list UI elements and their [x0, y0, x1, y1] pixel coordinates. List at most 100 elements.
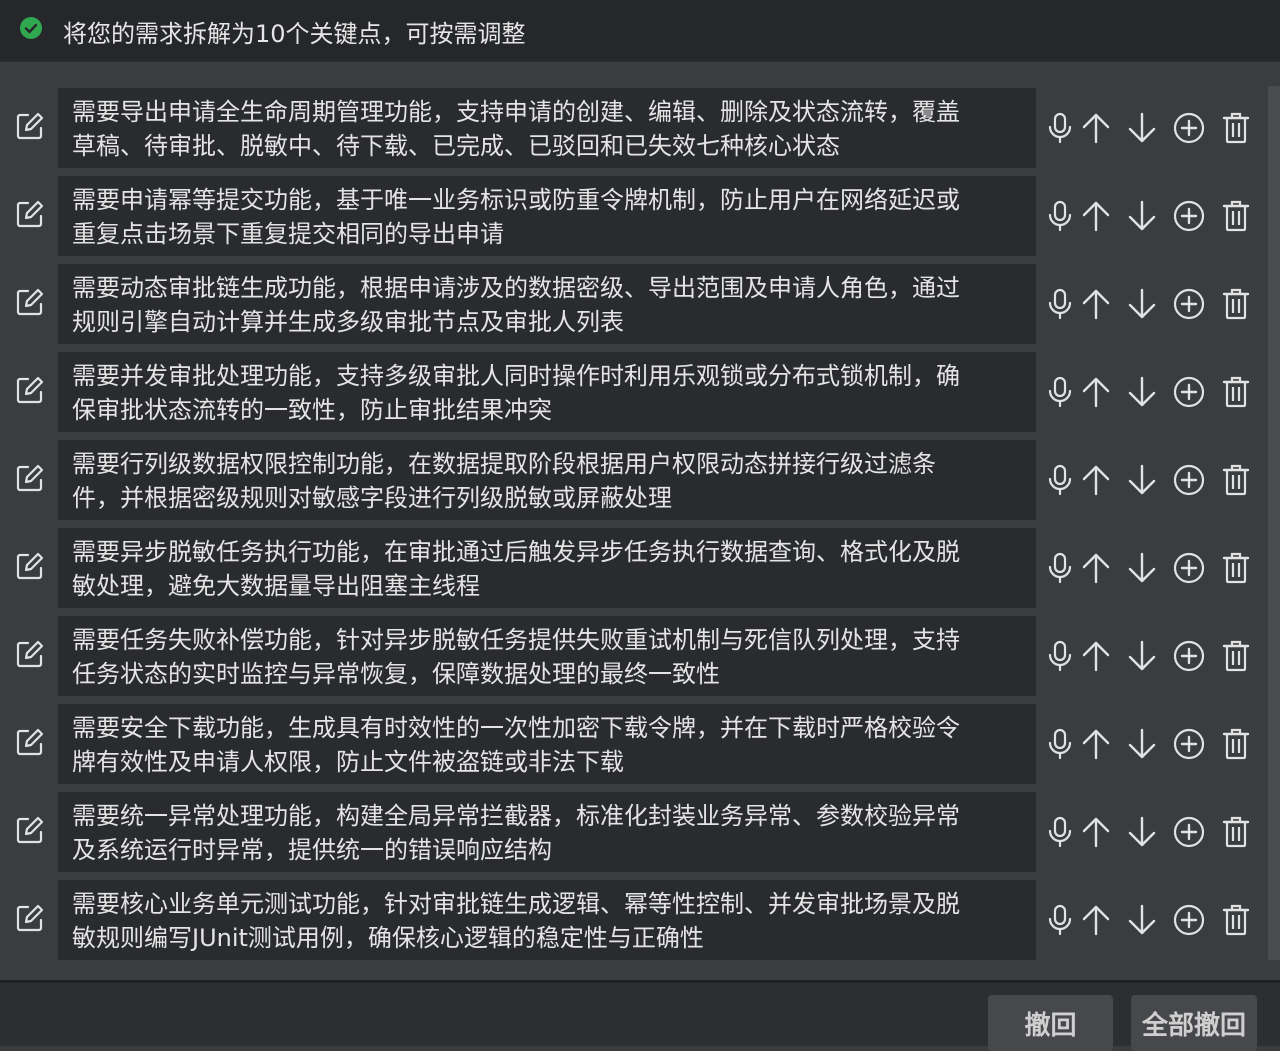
plus-circle-icon[interactable]	[1171, 462, 1207, 498]
arrow-up-icon[interactable]	[1078, 550, 1114, 586]
plus-circle-icon[interactable]	[1171, 374, 1207, 410]
edit-icon[interactable]	[14, 638, 46, 670]
requirement-text-box[interactable]: 需要安全下载功能，生成具有时效性的一次性加密下载令牌，并在下载时严格校验令 牌有效…	[58, 704, 1036, 784]
requirement-text-line1: 需要行列级数据权限控制功能，在数据提取阶段根据用户权限动态拼接行级过滤条	[72, 450, 936, 478]
arrow-down-icon[interactable]	[1124, 550, 1160, 586]
requirement-text-line2: 敏处理，避免大数据量导出阻塞主线程	[72, 572, 480, 600]
requirement-item: 需要动态审批链生成功能，根据申请涉及的数据密级、导出范围及申请人角色，通过 规则引…	[0, 264, 1266, 344]
arrow-down-icon[interactable]	[1124, 462, 1160, 498]
requirement-text-box[interactable]: 需要统一异常处理功能，构建全局异常拦截器，标准化封装业务异常、参数校验异常 及系统…	[58, 792, 1036, 872]
edit-icon[interactable]	[14, 902, 46, 934]
requirement-text-line1: 需要申请幂等提交功能，基于唯一业务标识或防重令牌机制，防止用户在网络延迟或	[72, 186, 960, 214]
requirement-text-box[interactable]: 需要任务失败补偿功能，针对异步脱敏任务提供失败重试机制与死信队列处理，支持 任务状…	[58, 616, 1036, 696]
arrow-up-icon[interactable]	[1078, 638, 1114, 674]
requirement-item: 需要并发审批处理功能，支持多级审批人同时操作时利用乐观锁或分布式锁机制，确 保审批…	[0, 352, 1266, 432]
trash-icon[interactable]	[1218, 814, 1254, 850]
microphone-icon[interactable]	[1042, 638, 1078, 674]
arrow-up-icon[interactable]	[1078, 286, 1114, 322]
edit-icon[interactable]	[14, 726, 46, 758]
microphone-icon[interactable]	[1042, 286, 1078, 322]
plus-circle-icon[interactable]	[1171, 286, 1207, 322]
requirement-text-line1: 需要核心业务单元测试功能，针对审批链生成逻辑、幂等性控制、并发审批场景及脱	[72, 890, 960, 918]
header-title: 将您的需求拆解为10个关键点，可按需调整	[63, 20, 526, 48]
arrow-down-icon[interactable]	[1124, 638, 1160, 674]
arrow-down-icon[interactable]	[1124, 726, 1160, 762]
edit-icon[interactable]	[14, 462, 46, 494]
requirement-text-box[interactable]: 需要并发审批处理功能，支持多级审批人同时操作时利用乐观锁或分布式锁机制，确 保审批…	[58, 352, 1036, 432]
trash-icon[interactable]	[1218, 638, 1254, 674]
undo-all-button[interactable]: 全部撤回	[1131, 995, 1257, 1051]
requirement-text-box[interactable]: 需要行列级数据权限控制功能，在数据提取阶段根据用户权限动态拼接行级过滤条 件，并根…	[58, 440, 1036, 520]
plus-circle-icon[interactable]	[1171, 726, 1207, 762]
arrow-up-icon[interactable]	[1078, 902, 1114, 938]
arrow-down-icon[interactable]	[1124, 110, 1160, 146]
arrow-down-icon[interactable]	[1124, 374, 1160, 410]
requirement-text-line2: 重复点击场景下重复提交相同的导出申请	[72, 220, 504, 248]
requirement-text-line1: 需要导出申请全生命周期管理功能，支持申请的创建、编辑、删除及状态流转，覆盖	[72, 98, 960, 126]
trash-icon[interactable]	[1218, 198, 1254, 234]
microphone-icon[interactable]	[1042, 374, 1078, 410]
arrow-down-icon[interactable]	[1124, 198, 1160, 234]
arrow-up-icon[interactable]	[1078, 374, 1114, 410]
requirement-item: 需要统一异常处理功能，构建全局异常拦截器，标准化封装业务异常、参数校验异常 及系统…	[0, 792, 1266, 872]
trash-icon[interactable]	[1218, 462, 1254, 498]
requirement-text-line1: 需要并发审批处理功能，支持多级审批人同时操作时利用乐观锁或分布式锁机制，确	[72, 362, 960, 390]
edit-icon[interactable]	[14, 814, 46, 846]
microphone-icon[interactable]	[1042, 814, 1078, 850]
microphone-icon[interactable]	[1042, 198, 1078, 234]
arrow-up-icon[interactable]	[1078, 110, 1114, 146]
plus-circle-icon[interactable]	[1171, 814, 1207, 850]
requirement-text-box[interactable]: 需要动态审批链生成功能，根据申请涉及的数据密级、导出范围及申请人角色，通过 规则引…	[58, 264, 1036, 344]
arrow-down-icon[interactable]	[1124, 902, 1160, 938]
requirement-item: 需要申请幂等提交功能，基于唯一业务标识或防重令牌机制，防止用户在网络延迟或 重复点…	[0, 176, 1266, 256]
edit-icon[interactable]	[14, 110, 46, 142]
edit-icon[interactable]	[14, 286, 46, 318]
requirement-text-box[interactable]: 需要申请幂等提交功能，基于唯一业务标识或防重令牌机制，防止用户在网络延迟或 重复点…	[58, 176, 1036, 256]
microphone-icon[interactable]	[1042, 110, 1078, 146]
requirement-text-line2: 保审批状态流转的一致性，防止审批结果冲突	[72, 396, 552, 424]
requirement-text-box[interactable]: 需要核心业务单元测试功能，针对审批链生成逻辑、幂等性控制、并发审批场景及脱 敏规则…	[58, 880, 1036, 960]
arrow-up-icon[interactable]	[1078, 198, 1114, 234]
arrow-down-icon[interactable]	[1124, 814, 1160, 850]
requirement-text-line2: 规则引擎自动计算并生成多级审批节点及审批人列表	[72, 308, 624, 336]
trash-icon[interactable]	[1218, 726, 1254, 762]
edit-icon[interactable]	[14, 374, 46, 406]
plus-circle-icon[interactable]	[1171, 902, 1207, 938]
plus-circle-icon[interactable]	[1171, 198, 1207, 234]
requirement-item: 需要安全下载功能，生成具有时效性的一次性加密下载令牌，并在下载时严格校验令 牌有效…	[0, 704, 1266, 784]
requirement-text-line2: 件，并根据密级规则对敏感字段进行列级脱敏或屏蔽处理	[72, 484, 672, 512]
arrow-up-icon[interactable]	[1078, 814, 1114, 850]
plus-circle-icon[interactable]	[1171, 638, 1207, 674]
microphone-icon[interactable]	[1042, 550, 1078, 586]
scrollbar[interactable]	[1268, 86, 1280, 960]
header-bar: 将您的需求拆解为10个关键点，可按需调整	[0, 0, 1280, 62]
plus-circle-icon[interactable]	[1171, 110, 1207, 146]
requirement-text-box[interactable]: 需要异步脱敏任务执行功能，在审批通过后触发异步任务执行数据查询、格式化及脱 敏处理…	[58, 528, 1036, 608]
trash-icon[interactable]	[1218, 902, 1254, 938]
edit-icon[interactable]	[14, 550, 46, 582]
undo-button[interactable]: 撤回	[988, 995, 1113, 1051]
requirement-text-line1: 需要统一异常处理功能，构建全局异常拦截器，标准化封装业务异常、参数校验异常	[72, 802, 960, 830]
trash-icon[interactable]	[1218, 286, 1254, 322]
requirement-text-line2: 任务状态的实时监控与异常恢复，保障数据处理的最终一致性	[72, 660, 720, 688]
arrow-up-icon[interactable]	[1078, 726, 1114, 762]
plus-circle-icon[interactable]	[1171, 550, 1207, 586]
requirement-text-box[interactable]: 需要导出申请全生命周期管理功能，支持申请的创建、编辑、删除及状态流转，覆盖 草稿、…	[58, 88, 1036, 168]
arrow-up-icon[interactable]	[1078, 462, 1114, 498]
arrow-down-icon[interactable]	[1124, 286, 1160, 322]
trash-icon[interactable]	[1218, 550, 1254, 586]
trash-icon[interactable]	[1218, 374, 1254, 410]
edit-icon[interactable]	[14, 198, 46, 230]
trash-icon[interactable]	[1218, 110, 1254, 146]
requirement-item: 需要异步脱敏任务执行功能，在审批通过后触发异步任务执行数据查询、格式化及脱 敏处理…	[0, 528, 1266, 608]
requirement-text-line2: 及系统运行时异常，提供统一的错误响应结构	[72, 836, 552, 864]
microphone-icon[interactable]	[1042, 462, 1078, 498]
requirement-text-line2: 敏规则编写JUnit测试用例，确保核心逻辑的稳定性与正确性	[72, 924, 704, 952]
footer-bar: 撤回 全部撤回	[0, 980, 1280, 1051]
requirement-text-line2: 草稿、待审批、脱敏中、待下载、已完成、已驳回和已失效七种核心状态	[72, 132, 840, 160]
requirement-item: 需要行列级数据权限控制功能，在数据提取阶段根据用户权限动态拼接行级过滤条 件，并根…	[0, 440, 1266, 520]
check-circle-icon	[20, 17, 42, 39]
requirement-item: 需要任务失败补偿功能，针对异步脱敏任务提供失败重试机制与死信队列处理，支持 任务状…	[0, 616, 1266, 696]
microphone-icon[interactable]	[1042, 726, 1078, 762]
microphone-icon[interactable]	[1042, 902, 1078, 938]
